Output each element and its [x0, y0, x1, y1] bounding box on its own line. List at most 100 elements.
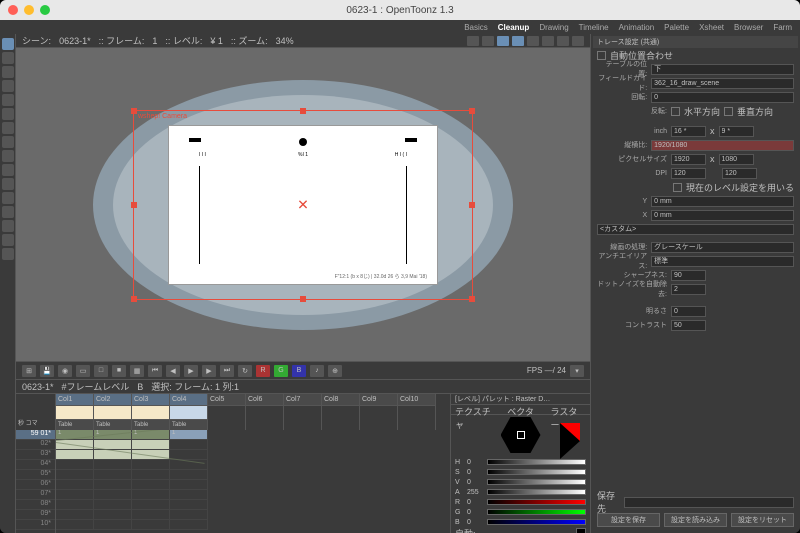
room-timeline[interactable]: Timeline: [579, 23, 609, 32]
tool-fill[interactable]: [2, 108, 14, 120]
viewport[interactable]: wshep! Camera I I I %I 1: [16, 48, 590, 361]
inch-h-input[interactable]: [719, 126, 754, 137]
close-icon[interactable]: [8, 5, 18, 15]
loop-icon[interactable]: ↻: [238, 365, 252, 377]
fps-field[interactable]: ▾: [570, 365, 584, 377]
bg-black-icon[interactable]: ■: [112, 365, 126, 377]
sound-icon[interactable]: ♪: [310, 365, 324, 377]
room-cleanup[interactable]: Cleanup: [498, 23, 530, 32]
handle-bc[interactable]: [300, 296, 306, 302]
room-browser[interactable]: Browser: [734, 23, 763, 32]
handle-tl[interactable]: [131, 108, 137, 114]
fieldguide-select[interactable]: [651, 78, 794, 89]
room-xsheet[interactable]: Xsheet: [699, 23, 724, 32]
handle-bl[interactable]: [131, 296, 137, 302]
red-slider[interactable]: [487, 499, 586, 505]
tool-skeleton[interactable]: [2, 206, 14, 218]
col-2[interactable]: Col2Table: [94, 394, 132, 430]
dpi-input[interactable]: [671, 168, 706, 179]
frame-row[interactable]: 10*: [16, 520, 55, 530]
handle-br[interactable]: [469, 296, 475, 302]
save-icon[interactable]: 💾: [40, 365, 54, 377]
col-5[interactable]: Col5: [208, 394, 246, 430]
frame-row[interactable]: 04*: [16, 460, 55, 470]
load-settings-button[interactable]: 設定を読み込み: [664, 513, 727, 527]
viewer-opt-3[interactable]: [497, 36, 509, 46]
pixel-h-input[interactable]: [719, 154, 754, 165]
val-slider[interactable]: [487, 479, 586, 485]
green-slider[interactable]: [487, 509, 586, 515]
next-frame-icon[interactable]: ▶: [202, 365, 216, 377]
tool-pinch[interactable]: [2, 192, 14, 204]
sat-slider[interactable]: [487, 469, 586, 475]
handle-mr[interactable]: [469, 202, 475, 208]
uselevel-check[interactable]: [673, 183, 682, 192]
ratio-input[interactable]: [651, 140, 794, 151]
viewer-opt-7[interactable]: [557, 36, 569, 46]
contrast-input[interactable]: [671, 320, 706, 331]
tab-raster[interactable]: ラスター: [547, 405, 590, 414]
tool-rgb-picker[interactable]: [2, 164, 14, 176]
blue-channel-icon[interactable]: B: [292, 365, 306, 377]
tab-vector[interactable]: ベクター: [503, 405, 546, 414]
tool-tape[interactable]: [2, 136, 14, 148]
tool-eraser[interactable]: [2, 122, 14, 134]
bg-white-icon[interactable]: □: [94, 365, 108, 377]
col-4[interactable]: Col4Table: [170, 394, 208, 430]
snapshot-icon[interactable]: ◉: [58, 365, 72, 377]
viewer-opt-8[interactable]: [572, 36, 584, 46]
aa-select[interactable]: [651, 256, 794, 267]
room-farm[interactable]: Farm: [773, 23, 792, 32]
tool-geometric[interactable]: [2, 80, 14, 92]
room-palette[interactable]: Palette: [664, 23, 689, 32]
col-10[interactable]: Col10: [398, 394, 436, 430]
frame-row[interactable]: 05*: [16, 470, 55, 480]
minimize-icon[interactable]: [24, 5, 34, 15]
define-sub-icon[interactable]: ▭: [76, 365, 90, 377]
col-6[interactable]: Col6: [246, 394, 284, 430]
frame-row[interactable]: 08*: [16, 500, 55, 510]
tool-select[interactable]: [2, 52, 14, 64]
tool-brush[interactable]: [2, 66, 14, 78]
frame-row-sel[interactable]: 59 01*: [16, 430, 55, 440]
room-animation[interactable]: Animation: [619, 23, 655, 32]
tool-type[interactable]: [2, 94, 14, 106]
frame-row[interactable]: 07*: [16, 490, 55, 500]
frame-row[interactable]: 06*: [16, 480, 55, 490]
reset-settings-button[interactable]: 設定をリセット: [731, 513, 794, 527]
room-drawing[interactable]: Drawing: [539, 23, 568, 32]
handle-tr[interactable]: [469, 108, 475, 114]
tool-hook[interactable]: [2, 220, 14, 232]
first-frame-icon[interactable]: ⏮: [148, 365, 162, 377]
play-icon[interactable]: ▶: [184, 365, 198, 377]
handle-ml[interactable]: [131, 202, 137, 208]
savepreset-input[interactable]: [624, 497, 794, 508]
viewer-opt-6[interactable]: [542, 36, 554, 46]
dotnoise-input[interactable]: [671, 284, 706, 295]
col-1[interactable]: Col1Table: [56, 394, 94, 430]
blue-slider[interactable]: [487, 519, 586, 525]
col-8[interactable]: Col8: [322, 394, 360, 430]
tool-zoom[interactable]: [2, 248, 14, 260]
inch-w-input[interactable]: [671, 126, 706, 137]
locator-icon[interactable]: ⊕: [328, 365, 342, 377]
frame-row[interactable]: 03*: [16, 450, 55, 460]
frame-row[interactable]: 09*: [16, 510, 55, 520]
tool-arrow[interactable]: [2, 38, 14, 50]
x-input[interactable]: [651, 210, 794, 221]
alpha-slider[interactable]: [487, 489, 586, 495]
flip-v-check[interactable]: [724, 107, 733, 116]
col-9[interactable]: Col9: [360, 394, 398, 430]
hue-slider[interactable]: [487, 459, 586, 465]
bg-check-icon[interactable]: ▦: [130, 365, 144, 377]
room-basics[interactable]: Basics: [464, 23, 488, 32]
tool-style-picker[interactable]: [2, 150, 14, 162]
color-wheel[interactable]: [451, 415, 590, 455]
y-input[interactable]: [651, 196, 794, 207]
custom-select[interactable]: [597, 224, 794, 235]
prev-frame-icon[interactable]: ◀: [166, 365, 180, 377]
viewer-opt-4[interactable]: [512, 36, 524, 46]
viewer-opt-1[interactable]: [467, 36, 479, 46]
table-pos-select[interactable]: [651, 64, 794, 75]
last-frame-icon[interactable]: ⏭: [220, 365, 234, 377]
